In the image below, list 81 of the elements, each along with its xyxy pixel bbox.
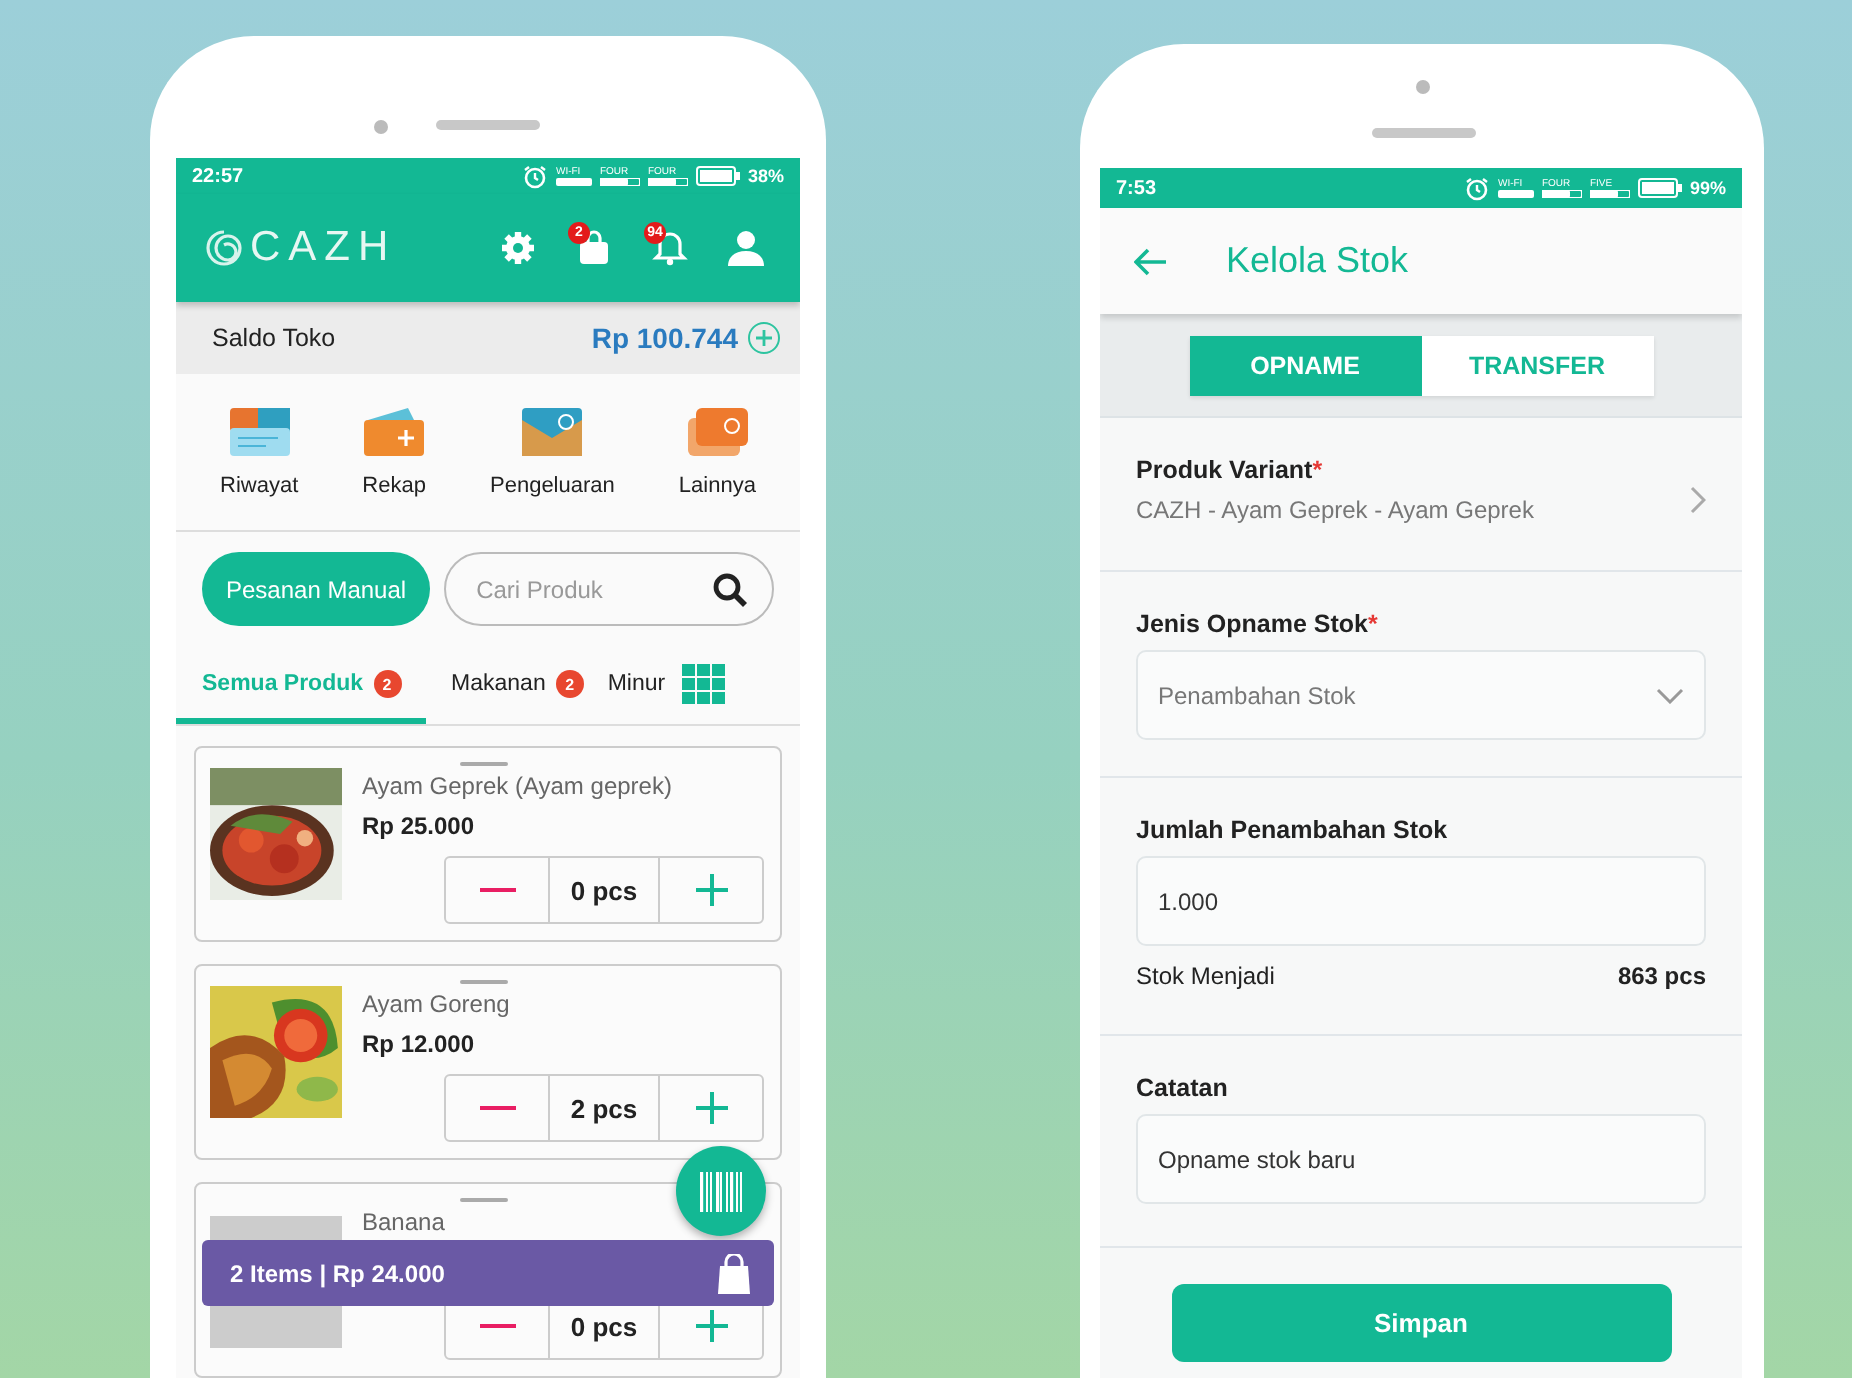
speaker-grille: [436, 120, 540, 130]
cards-icon: [687, 407, 748, 455]
spiral-logo-icon: [204, 228, 244, 268]
plus-icon[interactable]: [693, 1308, 729, 1344]
shortcut-item[interactable]: Riwayat: [220, 407, 299, 497]
bag-icon: [576, 230, 612, 266]
category-tab[interactable]: Makanan 2: [425, 650, 608, 724]
save-button[interactable]: Simpan: [1171, 1284, 1671, 1362]
barcode-icon: [699, 1171, 743, 1211]
status-time: 7:53: [1116, 177, 1157, 199]
result-value: 863 pcs: [1617, 962, 1706, 990]
product-name: Ayam Goreng: [362, 990, 512, 1018]
product-name: Ayam Geprek (Ayam geprek): [362, 772, 674, 800]
speaker-grille: [1372, 128, 1476, 138]
cart-bar[interactable]: 2 Items | Rp 24.000: [202, 1240, 774, 1306]
select-field[interactable]: Penambahan Stok: [1136, 650, 1706, 740]
shortcut-item[interactable]: Rekap: [362, 407, 426, 497]
minus-icon[interactable]: [479, 1322, 515, 1330]
quantity-value: 0 pcs: [548, 858, 660, 922]
signal-icon: [1589, 190, 1630, 198]
tab-label: Makanan: [451, 672, 546, 696]
segment-tab[interactable]: TRANSFER: [1421, 335, 1653, 395]
alarm-icon: [1463, 175, 1490, 201]
screen-title: Kelola Stok: [1226, 240, 1409, 282]
card-icon: [229, 407, 290, 455]
quantity-value: 2 pcs: [548, 1076, 660, 1140]
field-label: Jenis Opname Stok*: [1136, 610, 1380, 638]
field-value[interactable]: CAZH - Ayam Geprek - Ayam Geprek: [1136, 496, 1534, 524]
product-name: Banana: [362, 1208, 447, 1236]
battery-percent: 38%: [747, 166, 784, 186]
search-field[interactable]: Cari Produk: [444, 552, 774, 626]
app-logo: CAZH: [250, 224, 397, 272]
balance-amount: Rp 100.744: [591, 322, 738, 354]
count-badge: 2: [373, 670, 402, 698]
battery-icon: [695, 166, 740, 186]
count-badge: 2: [555, 670, 584, 698]
back-button[interactable]: [1134, 247, 1166, 275]
plus-icon[interactable]: [693, 872, 729, 908]
product-price: Rp 25.000: [362, 812, 477, 840]
shortcut-item[interactable]: Pengeluaran: [490, 407, 615, 497]
envelope-icon: [522, 407, 583, 455]
segment-tab[interactable]: OPNAME: [1189, 335, 1421, 395]
shortcut-item[interactable]: Lainnya: [678, 407, 756, 497]
minus-icon[interactable]: [479, 1104, 515, 1112]
minus-icon[interactable]: [479, 886, 515, 894]
wifi-signal-icon: [555, 178, 592, 186]
input-field[interactable]: Opname stok baru: [1136, 1114, 1706, 1204]
camera-lens: [374, 120, 388, 134]
signal-icon: [647, 178, 688, 186]
chevron-down-icon: [1656, 687, 1684, 703]
wallet-plus-icon: [364, 407, 425, 455]
person-icon: [728, 230, 764, 266]
field-label: Catatan: [1136, 1074, 1230, 1102]
result-label: Stok Menjadi: [1136, 962, 1275, 990]
battery-percent: 99%: [1689, 178, 1726, 198]
status-time: 22:57: [192, 165, 244, 187]
input-field[interactable]: 1.000: [1136, 856, 1706, 946]
plus-icon[interactable]: [693, 1090, 729, 1126]
cart-summary: 2 Items | Rp 24.000: [230, 1259, 445, 1287]
plus-icon: [750, 324, 778, 352]
camera-lens: [1416, 80, 1430, 94]
category-tab[interactable]: Semua Produk 2: [176, 650, 426, 724]
battery-icon: [1637, 178, 1682, 198]
shopping-bag-icon: [716, 1253, 752, 1293]
settings-icon: [500, 230, 536, 266]
product-price: Rp 12.000: [362, 1030, 477, 1058]
field-label: Jumlah Penambahan Stok: [1136, 816, 1450, 844]
manual-order-button[interactable]: Pesanan Manual: [202, 552, 431, 626]
alarm-icon: [521, 163, 548, 189]
balance-label: Saldo Toko: [212, 324, 338, 352]
tab-label: Semua Produk: [202, 672, 364, 696]
category-tab[interactable]: Minur: [607, 650, 682, 724]
add-balance-button[interactable]: [748, 322, 780, 354]
tab-label: Minur: [607, 672, 666, 696]
field-label: Produk Variant*: [1136, 456, 1325, 484]
wifi-signal-icon: [1497, 190, 1534, 198]
signal-icon: [1541, 190, 1582, 198]
grid-icon[interactable]: [681, 663, 726, 703]
search-icon: [712, 571, 748, 607]
chevron-right-icon: [1690, 486, 1706, 514]
signal-icon: [599, 178, 640, 186]
